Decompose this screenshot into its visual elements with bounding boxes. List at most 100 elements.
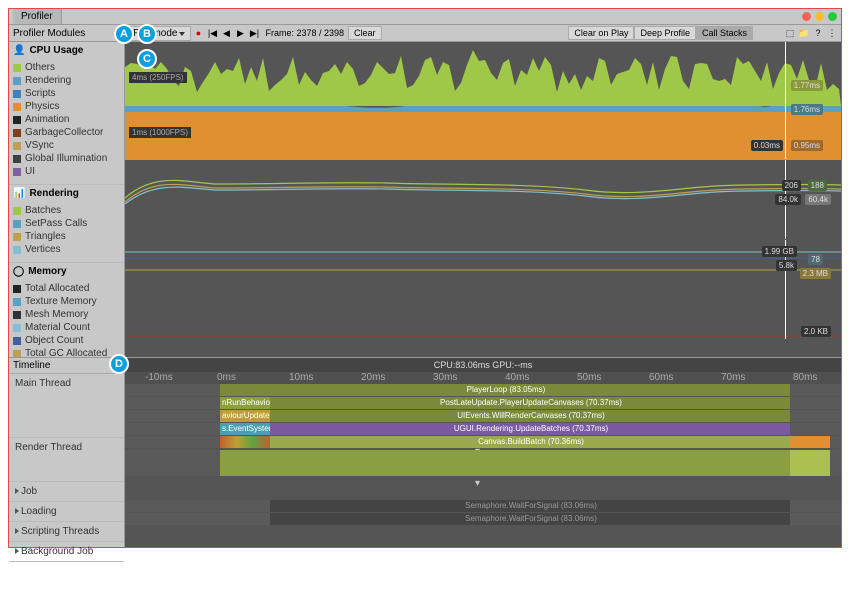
tick: -10ms — [145, 372, 173, 383]
module-item[interactable]: Others — [13, 61, 120, 74]
timeline-dropdown[interactable]: Timeline — [13, 360, 50, 371]
mem-v3: 78 — [808, 254, 823, 265]
timeline-main[interactable]: CPU:83.06ms GPU:--ms -10ms 0ms 10ms 20ms 30m… — [125, 358, 841, 547]
section-main-thread[interactable]: Main Thread — [9, 374, 124, 438]
module-rendering[interactable]: 📊 Rendering BatchesSetPass CallsTriangles… — [9, 185, 124, 263]
min-dot[interactable] — [815, 12, 824, 21]
mem-v4: 2.3 MB — [800, 268, 831, 279]
bar-b4[interactable]: UGUI.Rendering.UpdateBatches (70.37ms) — [270, 423, 790, 435]
bar-playerloop[interactable]: PlayerLoop (83.05ms) — [220, 384, 790, 396]
section-loading[interactable]: Loading — [9, 502, 124, 522]
cpu-val3: 0.95ms — [791, 140, 823, 151]
prev-frame-icon[interactable]: |◀ — [205, 26, 219, 40]
bar-b2[interactable]: PostLateUpdate.PlayerUpdateCanvases (70.… — [270, 397, 790, 409]
bar-render[interactable] — [220, 450, 790, 476]
bar-p3[interactable]: s.EventSystems:Ev — [220, 423, 270, 435]
close-dot[interactable] — [802, 12, 811, 21]
window-controls — [802, 12, 837, 21]
module-item[interactable]: UI — [13, 165, 120, 178]
module-item[interactable]: Batches — [13, 204, 120, 217]
module-item[interactable]: Physics — [13, 100, 120, 113]
module-item[interactable]: Texture Memory — [13, 295, 120, 308]
save-icon[interactable]: ⬚ — [783, 26, 797, 40]
memory-icon: ◯ — [13, 266, 24, 277]
tick: 30ms — [433, 372, 457, 383]
title-bar: Profiler — [9, 9, 841, 25]
module-cpu[interactable]: 👤 CPU Usage OthersRenderingScriptsPhysics… — [9, 42, 124, 185]
record-icon[interactable]: ● — [191, 26, 205, 40]
load-icon[interactable]: 📁 — [797, 26, 811, 40]
module-item[interactable]: Animation — [13, 113, 120, 126]
bar-b5[interactable]: Canvas.BuildBatch (70.36ms) — [270, 436, 790, 448]
tick: 70ms — [721, 372, 745, 383]
help-icon[interactable]: ? — [811, 26, 825, 40]
bar-p1[interactable]: nRunBehaviourUpd: — [220, 397, 270, 409]
rend-v4: 60.4k — [805, 194, 831, 205]
cpu-icon: 👤 — [13, 45, 25, 56]
call-stacks-button[interactable]: Call Stacks — [696, 26, 753, 40]
rendering-icon: 📊 — [13, 188, 25, 199]
bar-p2[interactable]: aviourUpdate (8.44 — [220, 410, 270, 422]
timeline-stats: CPU:83.06ms GPU:--ms — [125, 358, 841, 372]
module-item[interactable]: Global Illumination — [13, 152, 120, 165]
rendering-title: Rendering — [29, 188, 78, 199]
max-dot[interactable] — [828, 12, 837, 21]
tick: 10ms — [289, 372, 313, 383]
marker-a: A — [114, 24, 134, 44]
cpu-title: CPU Usage — [29, 45, 83, 56]
module-item[interactable]: SetPass Calls — [13, 217, 120, 230]
modules-dropdown[interactable]: Profiler Modules — [13, 28, 85, 39]
deep-profile-button[interactable]: Deep Profile — [634, 26, 696, 40]
module-item[interactable]: Scripts — [13, 87, 120, 100]
cpu-chart[interactable]: 4ms (250FPS) 1ms (1000FPS) 1.77ms 1.76ms… — [125, 42, 841, 160]
tick: 40ms — [505, 372, 529, 383]
section-render-thread[interactable]: Render Thread — [9, 438, 124, 482]
window-tab[interactable]: Profiler — [13, 9, 62, 24]
playhead[interactable] — [785, 42, 786, 159]
mem-v1: 1.99 GB — [762, 246, 797, 257]
collapse-icon-2[interactable]: ▾ — [475, 478, 480, 489]
bar-render-tail[interactable] — [790, 450, 830, 476]
tick: 80ms — [793, 372, 817, 383]
bar-sem2[interactable]: Semaphore.WaitForSignal (83.06ms) — [270, 513, 790, 525]
next-frame-icon[interactable]: ▶| — [247, 26, 261, 40]
clear-on-play-button[interactable]: Clear on Play — [568, 26, 634, 40]
module-item[interactable]: Object Count — [13, 334, 120, 347]
rend-v1: 206 — [782, 180, 801, 191]
fwd-icon[interactable]: ▶ — [233, 26, 247, 40]
module-item[interactable]: GarbageCollector — [13, 126, 120, 139]
bar-b3[interactable]: UIEvents.WillRenderCanvases (70.37ms) — [270, 410, 790, 422]
module-item[interactable]: Mesh Memory — [13, 308, 120, 321]
section-bg-job[interactable]: Background Job — [9, 542, 124, 562]
module-item[interactable]: Triangles — [13, 230, 120, 243]
tick: 50ms — [577, 372, 601, 383]
rend-v2: 188 — [808, 180, 827, 191]
axis-1ms: 1ms (1000FPS) — [129, 127, 191, 138]
mem-v5: 2.0 KB — [801, 326, 831, 337]
module-item[interactable]: Material Count — [13, 321, 120, 334]
cpu-val4: 0.03ms — [751, 140, 783, 151]
time-ruler[interactable]: -10ms 0ms 10ms 20ms 30ms 40ms 50ms 60ms 70ms 80ms — [125, 372, 841, 384]
bar-sem1[interactable]: Semaphore.WaitForSignal (83.06ms) — [270, 500, 790, 512]
module-item[interactable]: Total Allocated — [13, 282, 120, 295]
bar-orange[interactable] — [790, 436, 830, 448]
module-item[interactable]: Vertices — [13, 243, 120, 256]
clear-button[interactable]: Clear — [348, 26, 382, 40]
rendering-chart[interactable]: 206 188 84.0k 60.4k — [125, 160, 841, 240]
section-job[interactable]: Job — [9, 482, 124, 502]
module-item[interactable]: VSync — [13, 139, 120, 152]
menu-icon[interactable]: ⋮ — [825, 26, 839, 40]
rend-v3: 84.0k — [775, 194, 801, 205]
mem-v2: 5.8k — [776, 260, 797, 271]
tick: 0ms — [217, 372, 236, 383]
memory-chart[interactable]: 1.99 GB 5.8k 78 2.3 MB 2.0 KB — [125, 240, 841, 340]
cpu-val2: 1.76ms — [791, 104, 823, 115]
back-icon[interactable]: ◀ — [219, 26, 233, 40]
section-scripting[interactable]: Scripting Threads — [9, 522, 124, 542]
marker-b: B — [137, 24, 157, 44]
tick: 20ms — [361, 372, 385, 383]
module-item[interactable]: Rendering — [13, 74, 120, 87]
marker-d: D — [109, 354, 129, 374]
memory-title: Memory — [28, 266, 66, 277]
tick: 60ms — [649, 372, 673, 383]
